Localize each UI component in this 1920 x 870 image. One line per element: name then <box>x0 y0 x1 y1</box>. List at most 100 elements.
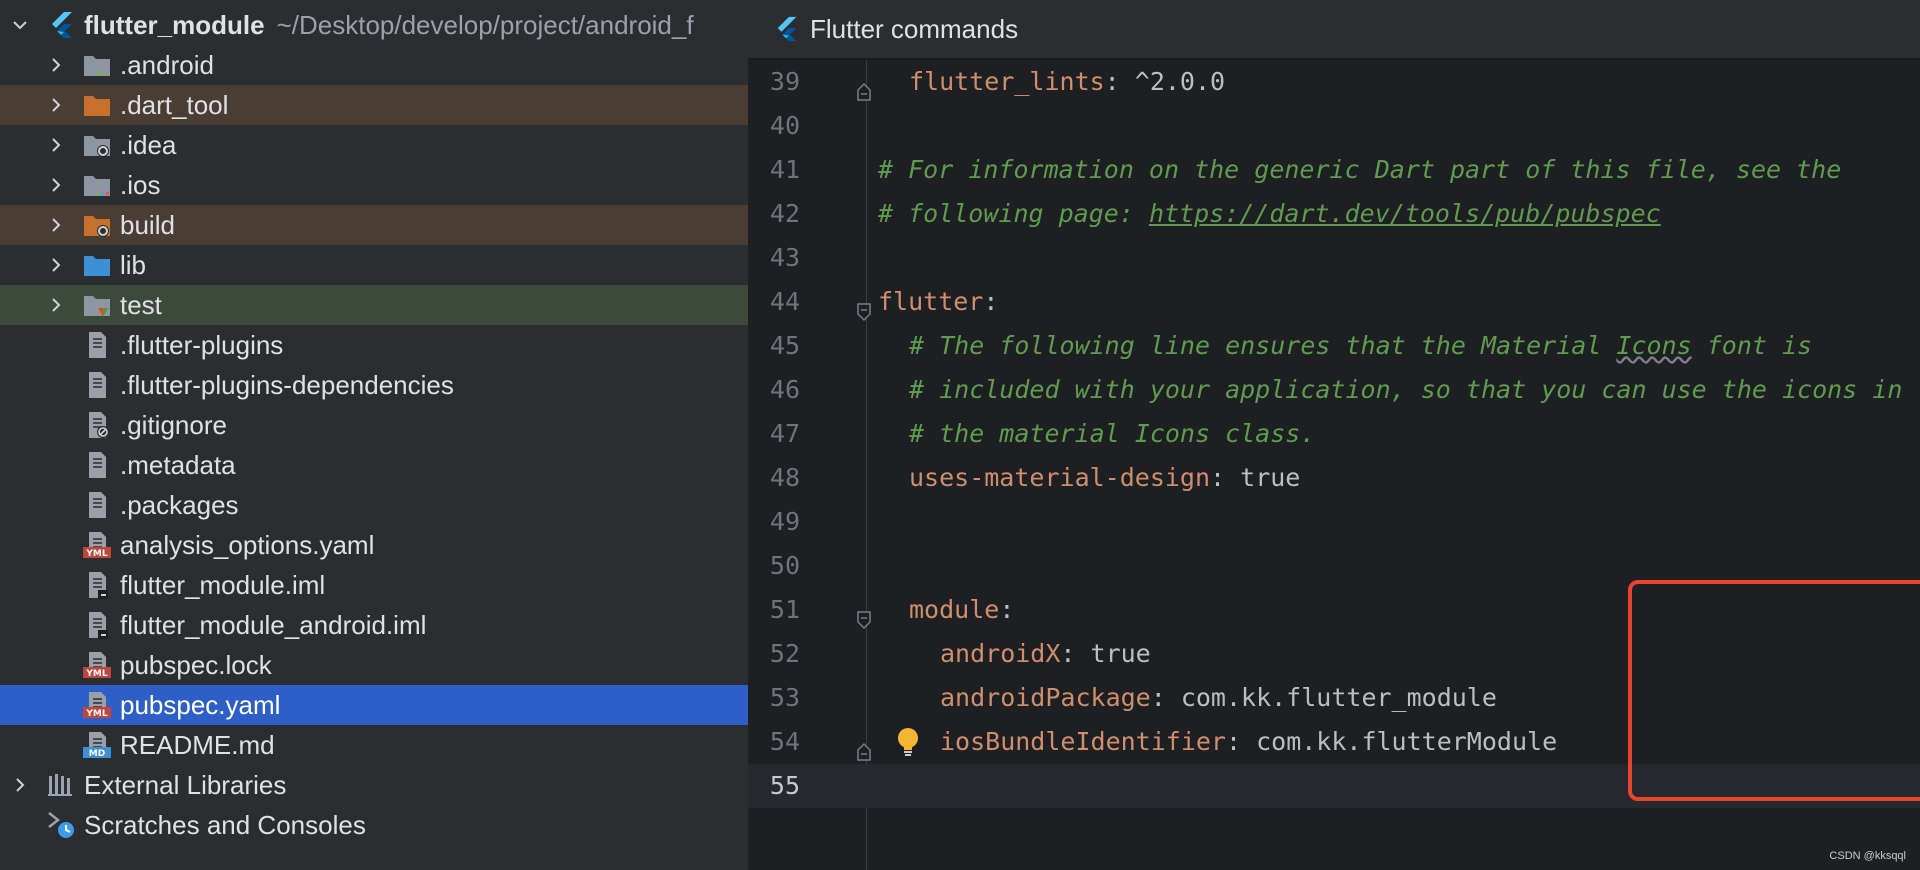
tree-item-label: .packages <box>120 489 239 520</box>
tree-item[interactable]: YML analysis_options.yaml <box>0 525 748 565</box>
code-line[interactable]: 40 <box>748 104 1920 148</box>
tree-item[interactable]: .metadata <box>0 445 748 485</box>
tree-item[interactable]: .gitignore <box>0 405 748 445</box>
tree-item-label: pubspec.yaml <box>120 689 281 720</box>
chevron-right-icon[interactable] <box>48 257 64 273</box>
code-line[interactable]: 43 <box>748 236 1920 280</box>
highlight-box <box>1628 580 1920 801</box>
file-yaml-icon: YML <box>82 690 112 720</box>
comment-text: # The following line ensures that the Ma… <box>909 331 1617 360</box>
code-text: module: <box>909 588 1014 632</box>
code-editor: Flutter commands 39 flutter_lints: ^2.0.0… <box>748 0 1920 870</box>
tree-item-label: build <box>120 209 175 240</box>
fold-start-icon[interactable] <box>856 600 872 630</box>
line-number: 53 <box>769 683 800 712</box>
yaml-key: uses-material-design <box>909 463 1211 492</box>
yaml-key: iosBundleIdentifier <box>940 727 1226 756</box>
file-markdown-icon: MD <box>82 730 112 760</box>
folder-source-icon <box>82 250 112 280</box>
yaml-key: androidPackage <box>940 683 1151 712</box>
tree-item-external-libraries[interactable]: External Libraries <box>0 765 748 805</box>
code-line[interactable]: 44 flutter: <box>748 280 1920 324</box>
file-iml-icon <box>82 570 112 600</box>
tree-item-label: lib <box>120 249 147 280</box>
flutter-icon <box>774 14 802 44</box>
file-ignore-icon <box>82 410 112 440</box>
file-iml-icon <box>82 610 112 640</box>
line-number: 41 <box>769 155 800 184</box>
comment-text: # the material Icons class. <box>909 419 1316 448</box>
chevron-right-icon[interactable] <box>48 137 64 153</box>
line-number: 40 <box>769 111 800 140</box>
comment-text: # For information on the generic Dart pa… <box>878 155 1842 184</box>
chevron-right-icon[interactable] <box>48 217 64 233</box>
folder-android-icon <box>82 50 112 80</box>
code-text: # following page: https://dart.dev/tools… <box>878 192 1661 236</box>
chevron-right-icon[interactable] <box>48 177 64 193</box>
line-number: 51 <box>769 595 800 624</box>
code-line[interactable]: 41 # For information on the generic Dart … <box>748 148 1920 192</box>
fold-end-icon[interactable] <box>856 72 872 101</box>
tree-item[interactable]: .dart_tool <box>0 85 748 125</box>
scratches-icon <box>46 810 76 840</box>
tree-item[interactable]: build <box>0 205 748 245</box>
tree-item[interactable]: flutter_module.iml <box>0 565 748 605</box>
code-line[interactable]: 42 # following page: https://dart.dev/too… <box>748 192 1920 236</box>
watermark: CSDN @kksqql <box>1829 850 1906 862</box>
code-line[interactable]: 48 uses-material-design: true <box>748 456 1920 500</box>
tree-item[interactable]: .flutter-plugins <box>0 325 748 365</box>
code-text: flutter: <box>878 280 998 324</box>
line-number: 46 <box>769 375 800 404</box>
yaml-key: flutter_lints <box>909 67 1105 96</box>
flutter-commands-link[interactable]: Flutter commands <box>810 14 1018 45</box>
tree-item[interactable]: .idea <box>0 125 748 165</box>
tree-item[interactable]: YML pubspec.lock <box>0 645 748 685</box>
code-text: androidX: true <box>940 632 1151 676</box>
yaml-key: androidX <box>940 639 1061 668</box>
chevron-right-icon[interactable] <box>48 97 64 113</box>
yaml-value: com.kk.flutterModule <box>1256 727 1558 756</box>
tree-item[interactable]: .packages <box>0 485 748 525</box>
tree-item[interactable]: MD README.md <box>0 725 748 765</box>
line-number: 55 <box>769 771 800 800</box>
tree-root-label: flutter_module ~/Desktop/develop/project/… <box>84 9 694 40</box>
code-text: # For information on the generic Dart pa… <box>878 148 1841 192</box>
lightbulb-icon[interactable] <box>895 726 921 758</box>
file-text-icon <box>82 370 112 400</box>
code-line[interactable]: 45 # The following line ensures that the … <box>748 324 1920 368</box>
chevron-down-icon[interactable] <box>12 17 28 33</box>
fold-end-icon[interactable] <box>856 732 872 761</box>
svg-text:YML: YML <box>85 549 107 559</box>
tree-item-label: .idea <box>120 129 177 160</box>
yaml-value: ^2.0.0 <box>1134 67 1226 96</box>
tree-item[interactable]: .android <box>0 45 748 85</box>
code-line[interactable]: 39 flutter_lints: ^2.0.0 <box>748 60 1920 104</box>
code-line[interactable]: 46 # included with your application, so t… <box>748 368 1920 412</box>
tree-item[interactable]: test <box>0 285 748 325</box>
external-libraries-label: External Libraries <box>84 769 287 800</box>
code-line[interactable]: 49 <box>748 500 1920 544</box>
tree-item-label: flutter_module.iml <box>120 569 326 600</box>
chevron-right-icon[interactable] <box>48 297 64 313</box>
tree-item-label: .metadata <box>120 449 236 480</box>
file-text-icon <box>82 490 112 520</box>
tree-item[interactable]: flutter_module_android.iml <box>0 605 748 645</box>
svg-text:MD: MD <box>89 749 105 759</box>
comment-text[interactable]: https://dart.dev/tools/pub/pubspec <box>1149 199 1661 228</box>
chevron-right-icon[interactable] <box>48 57 64 73</box>
line-number: 49 <box>769 507 800 536</box>
code-line[interactable]: 47 # the material Icons class. <box>748 412 1920 456</box>
line-number: 54 <box>769 727 800 756</box>
fold-start-icon[interactable] <box>856 292 872 322</box>
tree-item[interactable]: lib <box>0 245 748 285</box>
scratches-label: Scratches and Consoles <box>84 809 366 840</box>
tree-item-label: analysis_options.yaml <box>120 529 375 560</box>
tree-item[interactable]: .ios <box>0 165 748 205</box>
tree-root-row[interactable]: flutter_module ~/Desktop/develop/project/… <box>0 5 748 45</box>
tree-item-label: .flutter-plugins-dependencies <box>120 369 454 400</box>
tree-item[interactable]: YML pubspec.yaml <box>0 685 748 725</box>
tree-item[interactable]: .flutter-plugins-dependencies <box>0 365 748 405</box>
tree-item-scratches[interactable]: Scratches and Consoles <box>0 805 748 845</box>
chevron-right-icon[interactable] <box>12 777 28 793</box>
tree-item-label: .ios <box>120 169 161 200</box>
